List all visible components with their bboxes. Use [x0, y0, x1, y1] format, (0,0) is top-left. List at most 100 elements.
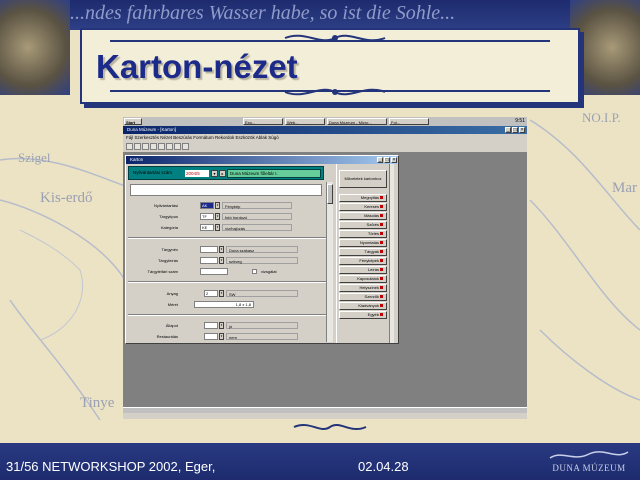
- record-dropdown-icon[interactable]: ▾: [211, 170, 218, 177]
- side-button[interactable]: Szerzők: [339, 293, 387, 301]
- toolbar: [123, 142, 527, 153]
- scroll-thumb[interactable]: [327, 184, 333, 204]
- save-icon[interactable]: [126, 143, 133, 150]
- minimize-button[interactable]: _: [505, 127, 511, 133]
- close-button[interactable]: ×: [519, 127, 525, 133]
- undo-icon[interactable]: [166, 143, 173, 150]
- side-button-label: Fényképek: [359, 258, 379, 263]
- banner-left-figure: [0, 0, 70, 95]
- form-title: Karton: [130, 157, 144, 162]
- action-panel: Műveletek kartonhoz Megnyitás Keresés Má…: [336, 164, 394, 343]
- side-button[interactable]: Egyéb: [339, 311, 387, 319]
- banner-right-figure: [570, 0, 640, 95]
- field-code[interactable]: TF: [200, 213, 214, 220]
- record-nav-icon[interactable]: ▸: [219, 170, 226, 177]
- map-label: Kis-erdő: [40, 190, 93, 206]
- field-code[interactable]: KE: [200, 224, 214, 231]
- side-button[interactable]: Tárgyak: [339, 248, 387, 256]
- field-row: Kategória KE ▾ víz/hajózás: [128, 224, 326, 232]
- notes-box[interactable]: [130, 184, 322, 196]
- side-button-label: Helyszínek: [359, 285, 379, 290]
- side-button-label: Szerzők: [364, 294, 379, 299]
- field-label: Anyag: [166, 291, 178, 296]
- side-button-icon: [380, 250, 383, 254]
- side-button[interactable]: Helyszínek: [339, 284, 387, 292]
- side-button[interactable]: Kapcsolatok: [339, 275, 387, 283]
- side-button-icon: [380, 313, 383, 317]
- field-row: Állapot ▾ jó: [128, 322, 326, 330]
- ornament-top-icon: [284, 34, 386, 42]
- field-code[interactable]: [200, 257, 218, 264]
- field-code[interactable]: [200, 246, 218, 253]
- taskbar-clock: 9:51: [515, 118, 525, 124]
- field-dropdown-icon[interactable]: ▾: [215, 213, 220, 220]
- side-button-icon: [380, 286, 383, 290]
- footer-date: 02.04.28: [358, 459, 409, 474]
- side-button[interactable]: Szűrés: [339, 221, 387, 229]
- museum-logo-icon: [549, 451, 629, 459]
- taskbar-button[interactable]: Exp...: [243, 118, 283, 125]
- field-description: vizsgálat: [259, 268, 299, 275]
- form-maximize-button[interactable]: □: [384, 157, 390, 163]
- side-button-label: Egyéb: [367, 312, 379, 317]
- field-code[interactable]: [204, 322, 218, 329]
- taskbar-button[interactable]: Duna Múzeum - Micro...: [327, 118, 387, 125]
- status-bar: [123, 413, 527, 419]
- copy-icon[interactable]: [150, 143, 157, 150]
- field-code[interactable]: [204, 333, 218, 340]
- start-button[interactable]: Start: [124, 118, 142, 125]
- form-close-button[interactable]: ×: [391, 157, 397, 163]
- app-screenshot: Start Exp... Web... Duna Múzeum - Micro.…: [123, 117, 527, 419]
- side-button[interactable]: Kiadványok: [339, 302, 387, 310]
- side-button[interactable]: Leírás: [339, 266, 387, 274]
- field-description: SW: [226, 290, 298, 297]
- side-button[interactable]: Törlés: [339, 230, 387, 238]
- field-row: Tárgyleírás ▾ szöveg: [128, 257, 326, 265]
- field-description: jó: [226, 322, 298, 329]
- side-button[interactable]: Másolás: [339, 212, 387, 220]
- ornament-bottom-icon: [284, 88, 386, 96]
- app-title: Duna Múzeum - [Karton]: [127, 127, 177, 132]
- filter-icon[interactable]: [174, 143, 181, 150]
- field-code[interactable]: AK: [200, 202, 214, 209]
- side-button-icon: [380, 277, 383, 281]
- field-dropdown-icon[interactable]: ▾: [219, 257, 224, 264]
- cut-icon[interactable]: [142, 143, 149, 150]
- map-label: Szigel: [18, 150, 51, 165]
- field-label: Kategória: [160, 225, 178, 230]
- field-checkbox[interactable]: [252, 269, 257, 274]
- help-icon[interactable]: [182, 143, 189, 150]
- menu-bar[interactable]: Fájl Szerkesztés Nézet Beszúrás Formátum…: [123, 134, 527, 142]
- record-number-field[interactable]: 2004/5: [185, 170, 209, 177]
- field-dropdown-icon[interactable]: ▾: [215, 202, 220, 209]
- record-header: Nyilvántartási szám 2004/5 ▾ ▸ Duna Múze…: [128, 166, 324, 180]
- field-code[interactable]: [200, 268, 228, 275]
- taskbar-button[interactable]: Web...: [285, 118, 325, 125]
- side-button[interactable]: Nyomtatás: [339, 239, 387, 247]
- field-dropdown-icon[interactable]: ▾: [219, 322, 224, 329]
- taskbar-button[interactable]: Fot...: [389, 118, 429, 125]
- form-body: Nyilvántartási AK ▾ Fénykép Tárgytípus T…: [128, 182, 326, 342]
- actions-header-button[interactable]: Műveletek kartonhoz: [339, 170, 387, 188]
- field-code[interactable]: 2: [204, 290, 218, 297]
- form-scrollbar[interactable]: [326, 182, 333, 342]
- field-description: Fénykép: [222, 202, 292, 209]
- print-icon[interactable]: [134, 143, 141, 150]
- field-dropdown-icon[interactable]: ▾: [219, 333, 224, 340]
- field-dropdown-icon[interactable]: ▾: [219, 246, 224, 253]
- paste-icon[interactable]: [158, 143, 165, 150]
- side-button-label: Kapcsolatok: [357, 276, 379, 281]
- field-dropdown-icon[interactable]: ▾: [219, 290, 224, 297]
- maximize-button[interactable]: □: [512, 127, 518, 133]
- inventory-field[interactable]: Duna Múzeum főleltár I.: [227, 169, 321, 178]
- side-button[interactable]: Keresés: [339, 203, 387, 211]
- banner-script-text: ...ndes fahrbares Wasser habe, so ist di…: [70, 2, 456, 24]
- side-button[interactable]: Megnyitás: [339, 194, 387, 202]
- form-minimize-button[interactable]: _: [377, 157, 383, 163]
- action-panel-scrollbar[interactable]: [389, 164, 394, 343]
- record-number-label: Nyilvántartási szám: [133, 170, 173, 175]
- field-value[interactable]: 1,8 x 1,8: [194, 301, 254, 308]
- side-button[interactable]: Fényképek: [339, 257, 387, 265]
- field-dropdown-icon[interactable]: ▾: [215, 224, 220, 231]
- side-button-label: Törlés: [367, 231, 379, 236]
